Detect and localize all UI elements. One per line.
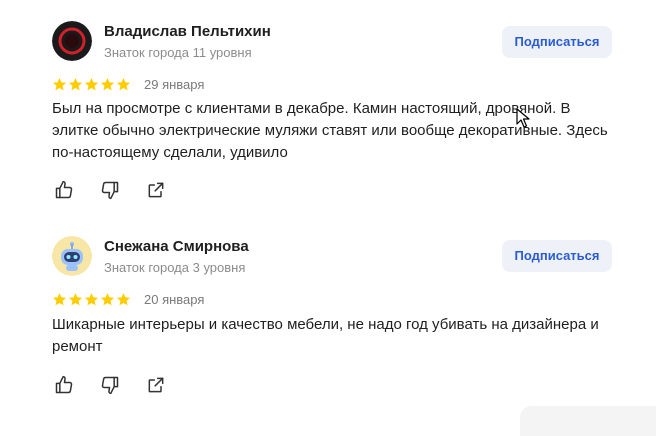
- rating-stars: [52, 292, 131, 308]
- review-actions: [52, 178, 190, 202]
- author-level: Знаток города 11 уровня: [104, 45, 252, 60]
- avatar[interactable]: [52, 21, 92, 61]
- star-icon: [68, 293, 83, 306]
- star-icon: [84, 78, 99, 91]
- star-icon: [52, 78, 67, 91]
- author-level: Знаток города 3 уровня: [104, 260, 246, 275]
- dislike-icon[interactable]: [98, 373, 122, 397]
- star-icon: [68, 78, 83, 91]
- star-icon: [100, 78, 115, 91]
- corner-panel: [520, 406, 656, 436]
- subscribe-button[interactable]: Подписаться: [502, 240, 612, 272]
- star-icon: [116, 293, 131, 306]
- dislike-icon[interactable]: [98, 178, 122, 202]
- star-icon: [100, 293, 115, 306]
- star-icon: [52, 293, 67, 306]
- star-icon: [116, 78, 131, 91]
- review-text: Шикарные интерьеры и качество мебели, не…: [52, 316, 599, 355]
- share-icon[interactable]: [144, 373, 168, 397]
- avatar[interactable]: [52, 236, 92, 276]
- like-icon[interactable]: [52, 178, 76, 202]
- author-name[interactable]: Владислав Пельтихин: [104, 23, 271, 40]
- star-icon: [84, 293, 99, 306]
- author-name[interactable]: Снежана Смирнова: [104, 238, 249, 255]
- review-date: 20 января: [144, 292, 205, 307]
- mouse-cursor-icon: [516, 108, 530, 133]
- like-icon[interactable]: [52, 373, 76, 397]
- review-date: 29 января: [144, 77, 205, 92]
- share-icon[interactable]: [144, 178, 168, 202]
- subscribe-button[interactable]: Подписаться: [502, 26, 612, 58]
- review-actions: [52, 373, 190, 397]
- rating-stars: [52, 77, 131, 93]
